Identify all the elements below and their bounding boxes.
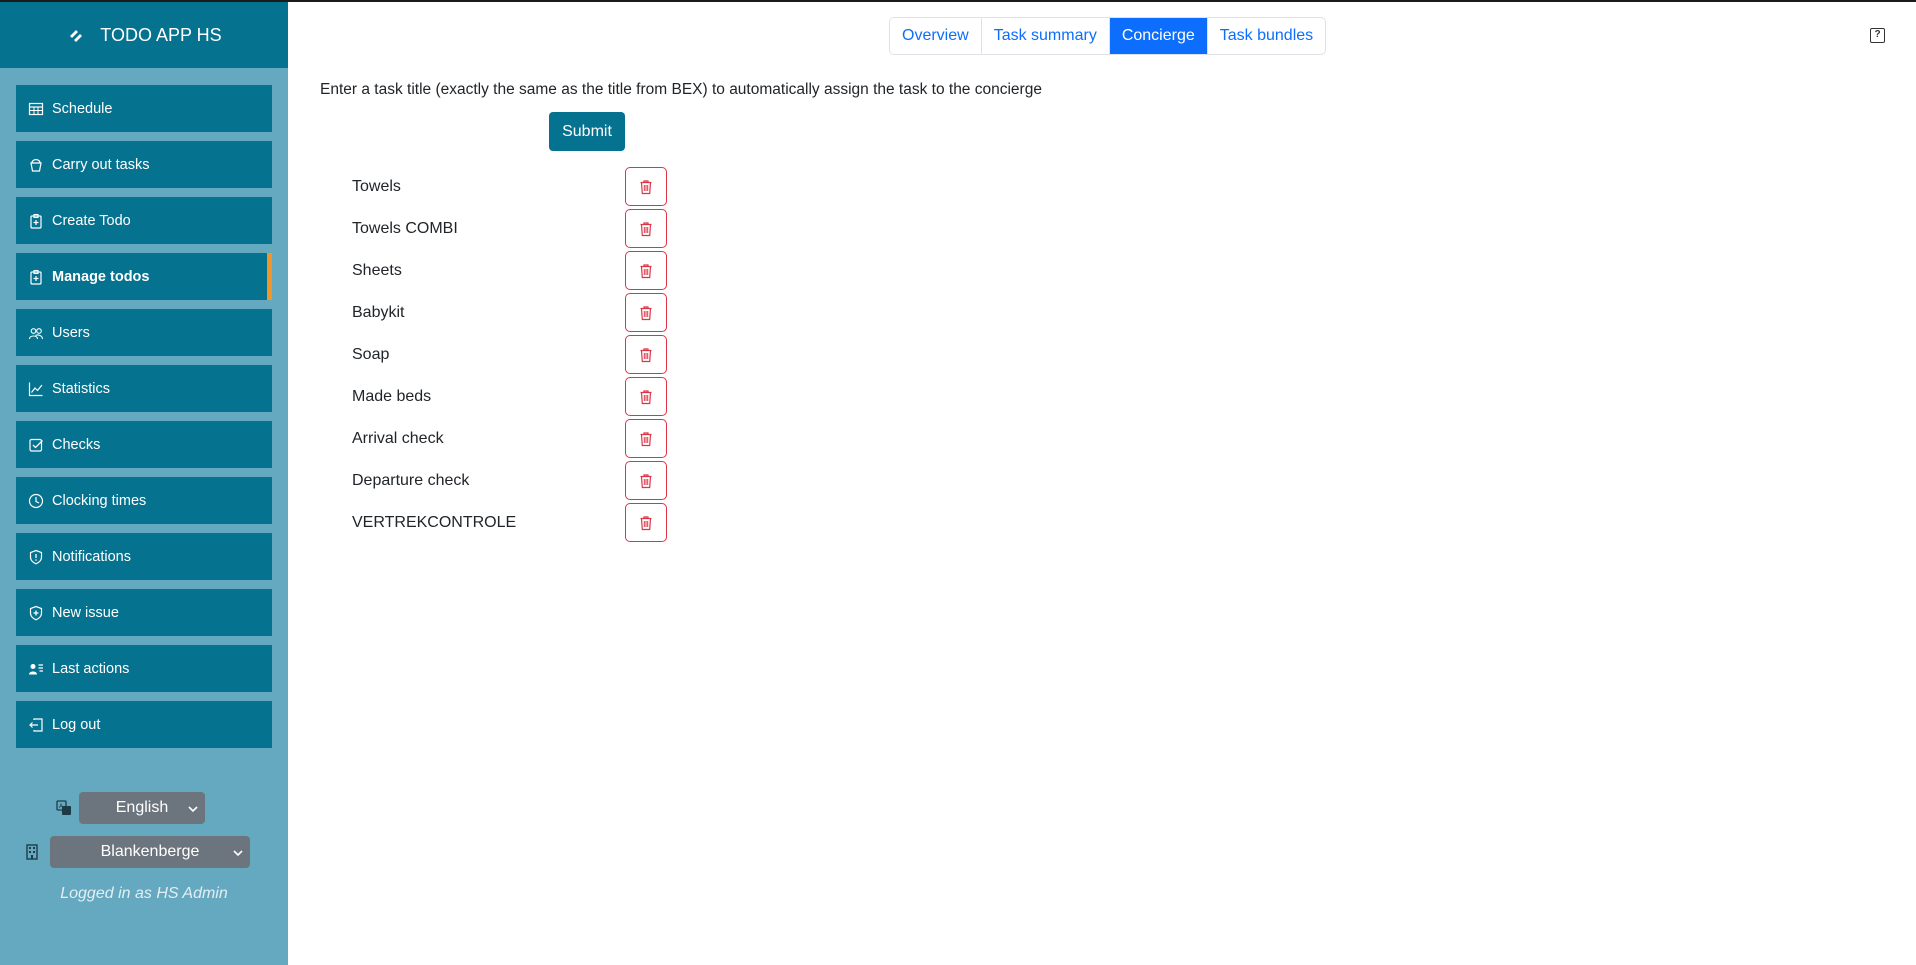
task-title: Towels (352, 178, 401, 195)
trash-icon (640, 179, 652, 194)
sidebar-item-label: Notifications (52, 548, 131, 565)
trash-icon (640, 515, 652, 530)
trash-icon (640, 221, 652, 236)
sidebar-item-log-out[interactable]: Log out (16, 701, 272, 748)
list-item: VERTREKCONTROLE (352, 502, 672, 544)
tab-task-bundles[interactable]: Task bundles (1208, 18, 1325, 54)
sidebar-item-last-actions[interactable]: Last actions (16, 645, 272, 692)
sidebar-item-create-todo[interactable]: Create Todo (16, 197, 272, 244)
delete-button[interactable] (625, 251, 667, 290)
sidebar-item-notifications[interactable]: Notifications (16, 533, 272, 580)
list-item: Departure check (352, 460, 672, 502)
sidebar-nav: Schedule Carry out tasks Create Todo Manage… (0, 68, 288, 748)
sidebar-item-label: Carry out tasks (52, 156, 150, 173)
task-title: Towels COMBI (352, 220, 458, 237)
trash-icon (640, 431, 652, 446)
building-icon (26, 844, 38, 860)
trash-icon (640, 389, 652, 404)
language-select[interactable]: English (79, 792, 205, 824)
task-title: Departure check (352, 472, 470, 489)
sidebar-item-label: Users (52, 324, 90, 341)
delete-button[interactable] (625, 377, 667, 416)
trash-icon (640, 263, 652, 278)
shield-plus-icon (29, 605, 43, 620)
sidebar-item-statistics[interactable]: Statistics (16, 365, 272, 412)
submit-button[interactable]: Submit (549, 112, 625, 151)
location-value: Blankenberge (100, 843, 200, 860)
sidebar-item-label: Log out (52, 716, 101, 733)
task-title: VERTREKCONTROLE (352, 514, 517, 531)
task-title: Made beds (352, 388, 432, 405)
sidebar-item-label: Schedule (52, 100, 113, 117)
logged-in-text: Logged in as HS Admin (60, 885, 228, 902)
task-title: Arrival check (352, 430, 444, 447)
sidebar-item-label: Manage todos (52, 268, 150, 285)
language-value: English (115, 799, 169, 816)
concierge-task-list: Towels Towels COMBI Sheets Babykit Soap Made … (352, 166, 672, 544)
sidebar-item-schedule[interactable]: Schedule (16, 85, 272, 132)
clock-icon (28, 493, 44, 508)
list-item: Sheets (352, 250, 672, 292)
location-select[interactable]: Blankenberge (50, 836, 250, 868)
task-title: Sheets (352, 262, 402, 279)
tab-concierge[interactable]: Concierge (1109, 18, 1208, 54)
view-tabs: Overview Task summary Concierge Task bundle… (889, 17, 1327, 55)
list-item: Towels (352, 166, 672, 208)
translate-icon: A (56, 800, 71, 815)
clipboard-plus-icon (30, 213, 42, 229)
delete-button[interactable] (625, 209, 667, 248)
sidebar-item-carry-out-tasks[interactable]: Carry out tasks (16, 141, 272, 188)
task-title: Babykit (352, 304, 405, 321)
sidebar-item-label: Statistics (52, 380, 111, 397)
sidebar-item-label: Create Todo (52, 212, 131, 229)
shield-exclamation-icon (29, 549, 43, 564)
sidebar-item-label: Last actions (52, 660, 130, 677)
list-item: Arrival check (352, 418, 672, 460)
box-arrow-left-icon (29, 717, 43, 732)
tab-overview[interactable]: Overview (890, 18, 982, 54)
trash-icon (640, 305, 652, 320)
sidebar-item-clocking-times[interactable]: Clocking times (16, 477, 272, 524)
graph-icon (28, 382, 43, 396)
sidebar-item-manage-todos[interactable]: Manage todos (16, 253, 272, 300)
sidebar-item-new-issue[interactable]: New issue (16, 589, 272, 636)
chevron-down-icon (188, 806, 198, 813)
location-row: Blankenberge (24, 836, 250, 868)
task-title: Soap (352, 346, 390, 363)
delete-button[interactable] (625, 335, 667, 374)
check-square-icon (29, 438, 43, 452)
list-item: Babykit (352, 292, 672, 334)
list-item: Soap (352, 334, 672, 376)
delete-button[interactable] (625, 461, 667, 500)
table-icon (28, 102, 44, 115)
sidebar-item-label: Checks (52, 436, 101, 453)
bucket-icon (30, 158, 42, 172)
sidebar-item-checks[interactable]: Checks (16, 421, 272, 468)
delete-button[interactable] (625, 419, 667, 458)
delete-button[interactable] (625, 503, 667, 542)
clipboard-check-icon (30, 269, 42, 285)
person-lines-icon (29, 663, 43, 674)
tab-task-summary[interactable]: Task summary (982, 18, 1110, 54)
instruction-text: Enter a task title (exactly the same as … (320, 81, 1042, 98)
app-logo-icon (70, 30, 83, 42)
list-item: Made beds (352, 376, 672, 418)
sidebar-item-label: Clocking times (52, 492, 147, 509)
chevron-down-icon (233, 850, 243, 857)
delete-button[interactable] (625, 293, 667, 332)
brand-title: TODO APP HS (100, 24, 222, 45)
delete-button[interactable] (625, 167, 667, 206)
trash-icon (640, 473, 652, 488)
brand[interactable]: TODO APP HS (0, 2, 288, 68)
list-item: Towels COMBI (352, 208, 672, 250)
language-row: A English (56, 792, 205, 824)
trash-icon (640, 347, 652, 362)
sidebar: TODO APP HS Schedule Carry out tasks Creat… (0, 2, 288, 965)
people-icon (28, 327, 44, 339)
help-icon[interactable]: ? (1870, 28, 1885, 43)
sidebar-item-users[interactable]: Users (16, 309, 272, 356)
sidebar-item-label: New issue (52, 604, 119, 621)
